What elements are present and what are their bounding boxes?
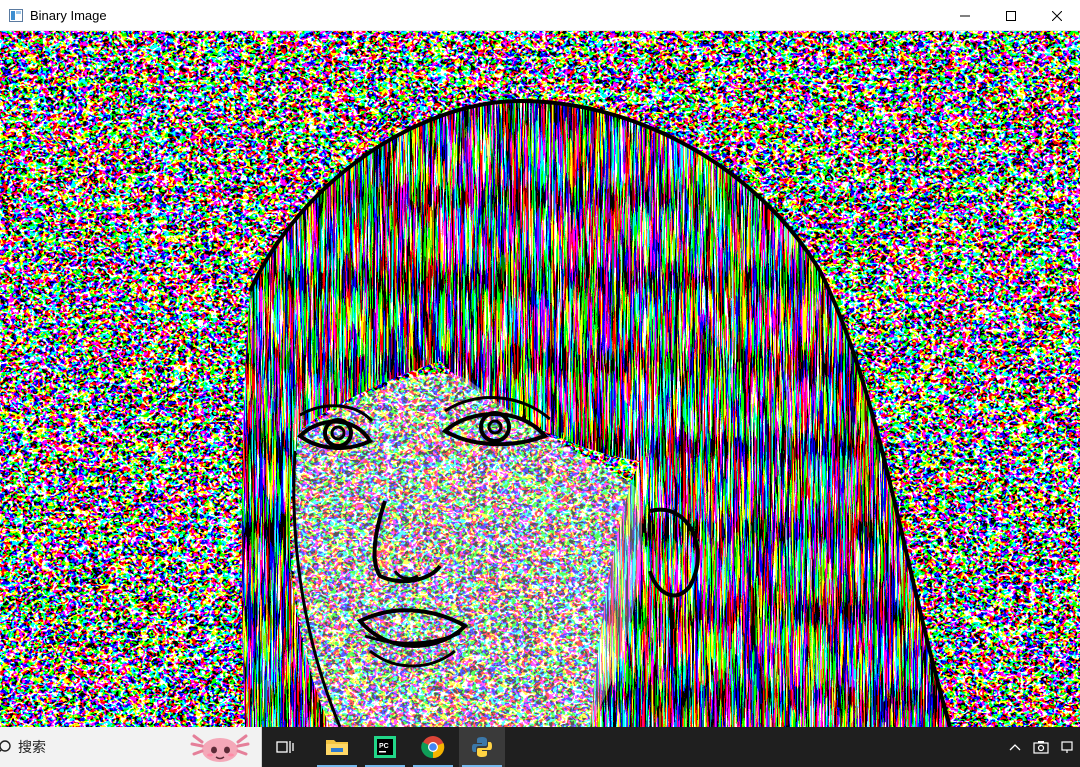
app-window-icon <box>9 8 23 22</box>
folder-icon <box>326 740 348 755</box>
minimize-button[interactable] <box>942 0 988 31</box>
binary-image-canvas <box>0 31 1080 727</box>
python-icon <box>472 737 492 757</box>
task-view-icon <box>276 741 294 753</box>
search-label: 搜索 <box>18 739 46 755</box>
network-icon <box>1061 741 1073 753</box>
minimize-icon <box>960 15 970 16</box>
taskbar-pycharm[interactable]: PC <box>362 727 408 767</box>
window-title: Binary Image <box>30 7 107 23</box>
taskbar-file-explorer[interactable] <box>314 727 360 767</box>
title-bar[interactable]: Binary Image <box>0 0 1080 31</box>
taskbar-python[interactable] <box>459 727 505 767</box>
close-icon <box>1052 10 1062 21</box>
app-window: Binary Image <box>0 0 1080 727</box>
camera-icon <box>1033 741 1049 754</box>
pycharm-icon: PC <box>374 736 396 758</box>
taskbar: 搜索 PC <box>0 727 1080 767</box>
network-button[interactable] <box>1054 727 1080 767</box>
tray-app-button[interactable] <box>1028 727 1054 767</box>
taskbar-chrome[interactable] <box>410 727 456 767</box>
axolotl-icon <box>190 734 250 762</box>
maximize-button[interactable] <box>988 0 1034 31</box>
chrome-icon <box>421 736 445 759</box>
system-tray <box>1002 727 1080 767</box>
close-button[interactable] <box>1034 0 1080 31</box>
show-hidden-icons-button[interactable] <box>1002 727 1028 767</box>
chevron-up-icon <box>1009 744 1021 751</box>
taskbar-search-box[interactable]: 搜索 <box>0 727 262 767</box>
binary-edge-image <box>0 31 1080 727</box>
task-view-button[interactable] <box>262 727 308 767</box>
search-icon <box>0 740 11 752</box>
svg-text:PC: PC <box>379 743 389 750</box>
maximize-icon <box>1006 10 1016 21</box>
